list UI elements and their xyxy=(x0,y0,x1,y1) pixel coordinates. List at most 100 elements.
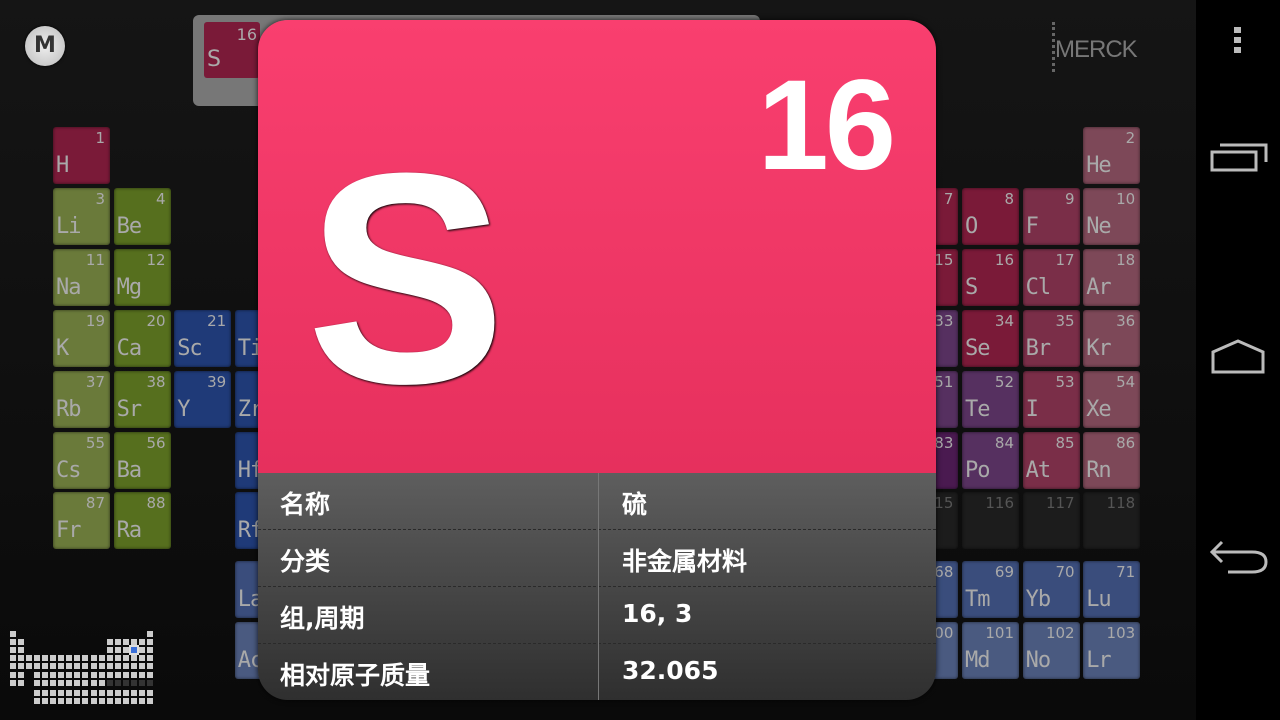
element-tile-Be[interactable]: 4 Be xyxy=(113,187,171,245)
element-symbol: He xyxy=(1086,153,1111,178)
minimap-cell xyxy=(146,655,153,662)
element-tile-Cl[interactable]: 17 Cl xyxy=(1022,248,1080,306)
minimap-cell xyxy=(130,679,137,686)
element-tile-Rn[interactable]: 86 Rn xyxy=(1083,431,1141,489)
minimap-cell xyxy=(146,663,153,670)
element-tile-Li[interactable]: 3 Li xyxy=(53,187,110,245)
element-tile-Po[interactable]: 84 Po xyxy=(962,431,1019,489)
home-icon[interactable] xyxy=(1210,336,1270,376)
element-tile-Ar[interactable]: 18 Ar xyxy=(1083,248,1141,306)
atomic-number: 56 xyxy=(146,433,166,452)
minimap-cell xyxy=(50,655,57,662)
atomic-number: 51 xyxy=(934,372,954,391)
minimap-cell xyxy=(26,663,33,670)
minimap-cell xyxy=(114,647,121,654)
element-tile-Fr[interactable]: 87 Fr xyxy=(53,492,110,550)
minimap-cell xyxy=(106,663,113,670)
minimap-cell xyxy=(98,663,105,670)
minimap-cell xyxy=(106,639,113,646)
minimap-cell xyxy=(90,698,97,705)
minimap-cell xyxy=(106,655,113,662)
element-tile-Lr[interactable]: 103 Lr xyxy=(1083,622,1141,679)
minimap-cell xyxy=(82,679,89,686)
element-symbol: Rb xyxy=(56,396,81,422)
atomic-number: 88 xyxy=(146,494,166,513)
element-tile-He[interactable]: 2 He xyxy=(1083,127,1141,184)
minimap-cell xyxy=(122,671,129,678)
element-tile-F[interactable]: 9F xyxy=(1022,187,1080,245)
element-tile-Yb[interactable]: 70 Yb xyxy=(1022,561,1080,618)
property-value: 32.065 xyxy=(622,656,719,685)
minimap-cell xyxy=(138,671,145,678)
minimap-cell xyxy=(128,645,139,656)
minimap-cell xyxy=(114,663,121,670)
element-tile-118[interactable]: 118 xyxy=(1083,492,1141,550)
element-tile-Xe[interactable]: 54 Xe xyxy=(1083,370,1141,428)
minimap-cell xyxy=(82,690,89,696)
element-tile-At[interactable]: 85 At xyxy=(1022,431,1080,489)
element-tile-Na[interactable]: 11 Na xyxy=(53,248,110,306)
element-symbol: Md xyxy=(965,648,990,673)
recent-apps-icon[interactable] xyxy=(1210,140,1270,180)
minimap-cell xyxy=(98,671,105,678)
element-tile-Te[interactable]: 52 Te xyxy=(962,370,1019,428)
element-tile-S[interactable]: 16 S xyxy=(962,248,1019,306)
property-label: 分类 xyxy=(280,547,331,576)
atomic-number: 19 xyxy=(85,311,105,330)
element-tile-I[interactable]: 53 I xyxy=(1022,370,1080,428)
minimap-cell xyxy=(42,663,49,670)
minimap-cell xyxy=(82,671,89,678)
element-symbol: Se xyxy=(965,335,990,361)
minimap-cell xyxy=(146,647,153,654)
minimap-cell xyxy=(138,639,145,646)
element-tile-Mg[interactable]: 12 Mg xyxy=(113,248,171,306)
minimap-cell xyxy=(138,679,145,686)
element-symbol: Sc xyxy=(177,335,202,361)
element-tile-Md[interactable]: 101 Md xyxy=(962,622,1019,679)
element-tile-O[interactable]: 8O xyxy=(962,187,1019,245)
element-tile-Ba[interactable]: 56 Ba xyxy=(113,431,171,489)
element-tile-No[interactable]: 102 No xyxy=(1022,622,1080,679)
minimap-cell xyxy=(50,698,57,705)
element-tile-Rb[interactable]: 37 Rb xyxy=(53,370,110,428)
element-symbol: Ba xyxy=(116,457,142,483)
selected-element-tile[interactable]: 16 S xyxy=(204,22,260,78)
minimap-cell xyxy=(66,679,73,686)
element-tile-Kr[interactable]: 36 Kr xyxy=(1083,309,1141,367)
element-tile-Sc[interactable]: 21 Sc xyxy=(174,309,232,367)
atomic-number: 103 xyxy=(1106,624,1136,642)
merck-m-logo-button[interactable]: M xyxy=(25,26,65,66)
minimap-cell xyxy=(18,655,25,662)
element-tile-Y[interactable]: 39 Y xyxy=(174,370,232,428)
property-row-atomic-mass: 相对原子质量 32.065 xyxy=(258,644,936,700)
minimap-cell xyxy=(130,663,137,670)
back-icon[interactable] xyxy=(1208,536,1270,580)
element-tile-H[interactable]: 1H xyxy=(53,127,110,184)
atomic-number: 20 xyxy=(146,311,166,330)
element-tile-117[interactable]: 117 xyxy=(1022,492,1080,550)
overflow-menu-icon[interactable] xyxy=(1231,25,1245,55)
minimap-cell xyxy=(114,655,121,662)
element-tile-Tm[interactable]: 69 Tm xyxy=(962,561,1019,618)
element-tile-Lu[interactable]: 71 Lu xyxy=(1083,561,1141,618)
minimap-cell xyxy=(66,698,73,705)
element-tile-Cs[interactable]: 55 Cs xyxy=(53,431,110,489)
element-symbol: Ca xyxy=(116,335,142,361)
minimap-cell xyxy=(138,663,145,670)
element-tile-Ne[interactable]: 10 Ne xyxy=(1083,187,1141,245)
minimap-cell xyxy=(106,647,113,654)
element-tile-Sr[interactable]: 38 Sr xyxy=(113,370,171,428)
element-tile-116[interactable]: 116 xyxy=(962,492,1019,550)
element-tile-Ca[interactable]: 20 Ca xyxy=(113,309,171,367)
element-tile-Se[interactable]: 34 Se xyxy=(962,309,1019,367)
minimap-cell xyxy=(18,679,25,686)
minimap-cell xyxy=(146,690,153,696)
element-tile-Br[interactable]: 35 Br xyxy=(1022,309,1080,367)
element-symbol: H xyxy=(56,153,69,178)
android-nav-bar xyxy=(1196,0,1280,720)
element-tile-K[interactable]: 19 K xyxy=(53,309,110,367)
element-tile-Ra[interactable]: 88 Ra xyxy=(113,492,171,550)
property-label: 相对原子质量 xyxy=(280,661,431,690)
atomic-number: 116 xyxy=(985,494,1014,513)
element-symbol: Sr xyxy=(116,396,142,422)
